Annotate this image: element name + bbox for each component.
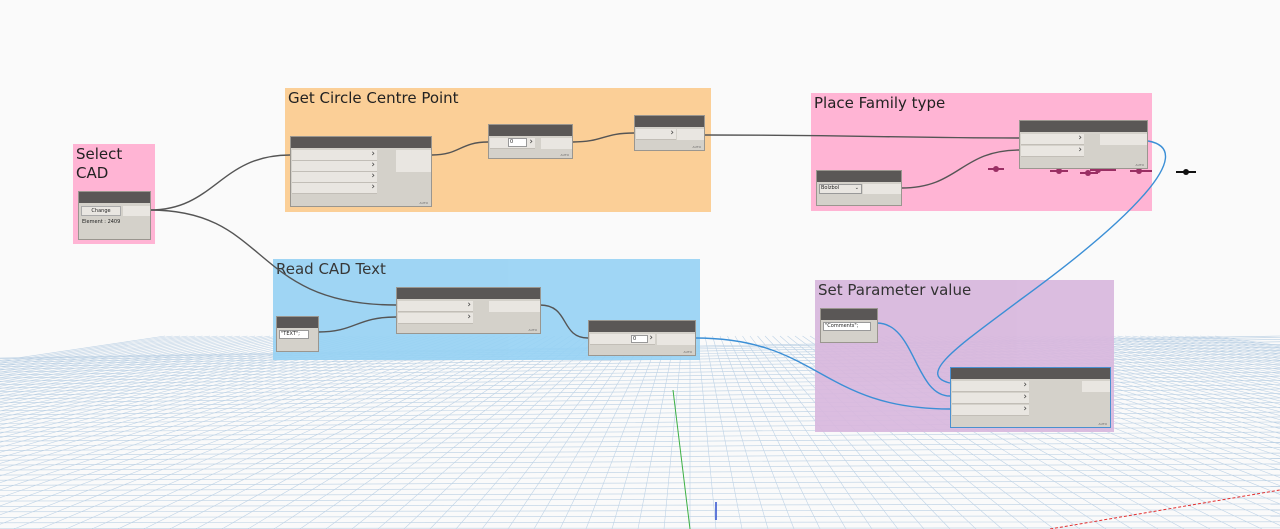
chevron-down-icon: ⌄	[854, 185, 859, 191]
code-input[interactable]: "Comments";	[823, 322, 871, 331]
port-1[interactable]: ›	[292, 149, 377, 161]
output-port[interactable]	[1082, 381, 1110, 392]
node-list-index-1[interactable]: › 0 AUTO	[488, 124, 573, 159]
node-header[interactable]	[291, 137, 431, 148]
chevron-right-icon: ›	[1023, 404, 1027, 414]
port-parameter-name[interactable]: ›	[952, 392, 1029, 404]
lacing-label: AUTO	[1098, 422, 1107, 426]
group-title: Set Parameter value	[818, 281, 972, 299]
node-header[interactable]	[1020, 121, 1147, 132]
output-port[interactable]	[396, 150, 431, 172]
selected-element-label: Element : 2409	[82, 219, 121, 225]
index-input[interactable]: 0	[631, 335, 648, 343]
output-port[interactable]	[123, 206, 150, 216]
chevron-right-icon: ›	[371, 182, 375, 192]
port-2[interactable]: ›	[292, 160, 377, 172]
chevron-right-icon: ›	[467, 312, 471, 322]
lacing-label: AUTO	[683, 350, 692, 354]
node-code-block-comments[interactable]: "Comments";	[820, 308, 878, 343]
node-code-block-text[interactable]: "TEXT";	[276, 316, 319, 352]
chevron-right-icon: ›	[1078, 145, 1082, 155]
output-port[interactable]	[1100, 134, 1147, 145]
output-port[interactable]	[489, 301, 540, 312]
chevron-right-icon: ›	[649, 333, 653, 343]
graph-canvas[interactable]: Select CAD Get Circle Centre Point Place…	[0, 0, 1280, 529]
node-point[interactable]: › AUTO	[634, 115, 705, 151]
node-header[interactable]	[821, 309, 877, 320]
group-title: Get Circle Centre Point	[288, 89, 459, 107]
node-header[interactable]	[277, 317, 318, 328]
index-input[interactable]: 0	[508, 138, 527, 147]
lacing-label: AUTO	[528, 328, 537, 332]
node-header[interactable]	[817, 171, 901, 182]
lacing-label: AUTO	[692, 145, 701, 149]
group-title: Place Family type	[814, 94, 946, 112]
lacing-label: AUTO	[1135, 163, 1144, 167]
output-port[interactable]	[677, 129, 704, 140]
node-header[interactable]	[489, 125, 572, 136]
group-title: Select CAD	[76, 145, 123, 182]
chevron-right-icon: ›	[670, 128, 674, 138]
output-port[interactable]	[657, 334, 695, 345]
output-port[interactable]	[863, 184, 901, 194]
port-element[interactable]: ›	[952, 380, 1029, 392]
node-header[interactable]	[397, 288, 540, 299]
output-port[interactable]	[541, 138, 572, 149]
port-4[interactable]: ›	[292, 182, 377, 194]
node-header[interactable]	[589, 321, 695, 332]
port-2[interactable]: ›	[1021, 145, 1084, 157]
family-type-value: Bolzbol	[821, 185, 840, 191]
port-value[interactable]: ›	[952, 404, 1029, 416]
node-family-types[interactable]: Bolzbol ⌄	[816, 170, 902, 206]
chevron-right-icon: ›	[529, 137, 533, 147]
lacing-label: AUTO	[419, 201, 428, 205]
node-circle-geometry[interactable]: › › › › AUTO	[290, 136, 432, 207]
node-header[interactable]	[79, 192, 150, 203]
node-set-parameter[interactable]: › › › AUTO	[950, 367, 1111, 428]
node-header[interactable]	[951, 368, 1110, 379]
lacing-label: AUTO	[560, 153, 569, 157]
port-1[interactable]: ›	[1021, 133, 1084, 145]
node-list-index-2[interactable]: › 0 AUTO	[588, 320, 696, 356]
node-read-cad-text[interactable]: › › AUTO	[396, 287, 541, 334]
group-title: Read CAD Text	[276, 260, 386, 278]
family-type-dropdown[interactable]: Bolzbol ⌄	[819, 184, 862, 194]
node-select-cad[interactable]: Change Element : 2409	[78, 191, 151, 240]
port-1[interactable]: ›	[398, 300, 473, 312]
code-input[interactable]: "TEXT";	[279, 330, 309, 339]
port-2[interactable]: ›	[398, 312, 473, 324]
node-family-instance[interactable]: › › AUTO	[1019, 120, 1148, 169]
change-button[interactable]: Change	[81, 206, 121, 216]
port-3[interactable]: ›	[292, 171, 377, 183]
node-header[interactable]	[635, 116, 704, 127]
port-1[interactable]: ›	[636, 128, 676, 140]
